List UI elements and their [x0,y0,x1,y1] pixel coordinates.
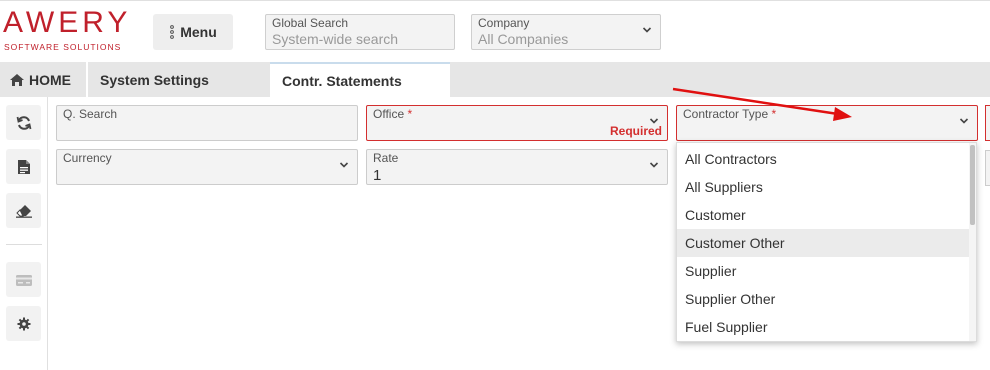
annotation-arrow [672,87,852,121]
